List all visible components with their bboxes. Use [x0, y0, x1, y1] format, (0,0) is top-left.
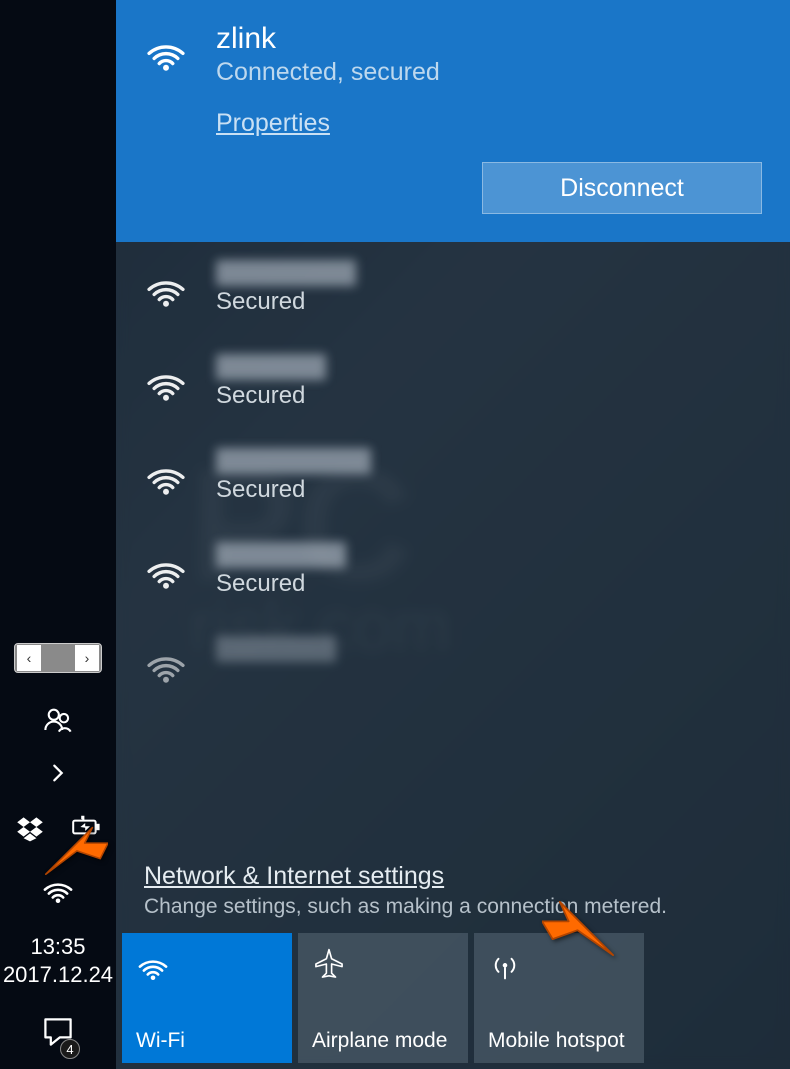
- connected-network[interactable]: zlink Connected, secured Properties Disc…: [116, 0, 790, 242]
- network-item[interactable]: Secured: [144, 448, 762, 504]
- people-icon[interactable]: [42, 703, 74, 740]
- network-settings-description: Change settings, such as making a connec…: [144, 895, 762, 919]
- clock-time: 13:35: [3, 933, 113, 961]
- battery-icon[interactable]: [70, 811, 102, 848]
- network-security-label: Secured: [216, 382, 326, 410]
- wifi-icon: [144, 358, 188, 407]
- wifi-icon: [144, 546, 188, 595]
- properties-link[interactable]: Properties: [216, 109, 330, 138]
- wifi-icon: [144, 452, 188, 501]
- wifi-icon: [144, 28, 188, 214]
- quick-action-tiles: Wi-Fi Airplane mode Mobile hotspot: [116, 933, 790, 1069]
- wifi-icon: [144, 640, 188, 689]
- network-security-label: Secured: [216, 288, 356, 316]
- language-switcher[interactable]: ‹ ›: [14, 643, 102, 673]
- taskbar: ‹ › 13:35 2017.12.24 4: [0, 0, 116, 1069]
- network-item[interactable]: Secured: [144, 260, 762, 316]
- network-security-label: Secured: [216, 570, 346, 598]
- wifi-icon: [144, 264, 188, 313]
- tile-label: Airplane mode: [312, 1029, 454, 1053]
- tray-overflow-button[interactable]: [47, 762, 69, 789]
- network-name-redacted: [216, 636, 336, 662]
- system-tray: [14, 703, 102, 909]
- wifi-tray-icon[interactable]: [41, 870, 75, 909]
- network-name-redacted: [216, 542, 346, 568]
- network-flyout: zlink Connected, secured Properties Disc…: [116, 0, 790, 1069]
- airplane-mode-tile[interactable]: Airplane mode: [298, 933, 468, 1063]
- action-center-button[interactable]: 4: [40, 1014, 76, 1055]
- wifi-tile[interactable]: Wi-Fi: [122, 933, 292, 1063]
- airplane-icon: [312, 947, 454, 983]
- network-name: zlink: [216, 22, 762, 56]
- network-name-redacted: [216, 448, 371, 474]
- network-name-redacted: [216, 260, 356, 286]
- available-networks-list: Secured Secured Secured: [116, 242, 790, 852]
- network-item[interactable]: Secured: [144, 542, 762, 598]
- tile-label: Wi-Fi: [136, 1029, 278, 1053]
- network-settings-link[interactable]: Network & Internet settings: [144, 862, 444, 890]
- dropbox-icon[interactable]: [14, 811, 46, 848]
- hotspot-icon: [488, 947, 630, 983]
- network-security-label: Secured: [216, 476, 371, 504]
- tile-label: Mobile hotspot: [488, 1029, 630, 1053]
- network-item[interactable]: Secured: [144, 354, 762, 410]
- mobile-hotspot-tile[interactable]: Mobile hotspot: [474, 933, 644, 1063]
- taskbar-clock[interactable]: 13:35 2017.12.24: [3, 933, 113, 988]
- language-next-button[interactable]: ›: [75, 645, 99, 671]
- network-item[interactable]: [144, 636, 762, 689]
- network-settings-block: Network & Internet settings Change setti…: [116, 852, 790, 933]
- clock-date: 2017.12.24: [3, 961, 113, 989]
- language-prev-button[interactable]: ‹: [17, 645, 41, 671]
- notification-badge: 4: [60, 1039, 80, 1059]
- wifi-icon: [136, 947, 278, 983]
- disconnect-button[interactable]: Disconnect: [482, 162, 762, 214]
- network-name-redacted: [216, 354, 326, 380]
- network-status: Connected, secured: [216, 58, 762, 87]
